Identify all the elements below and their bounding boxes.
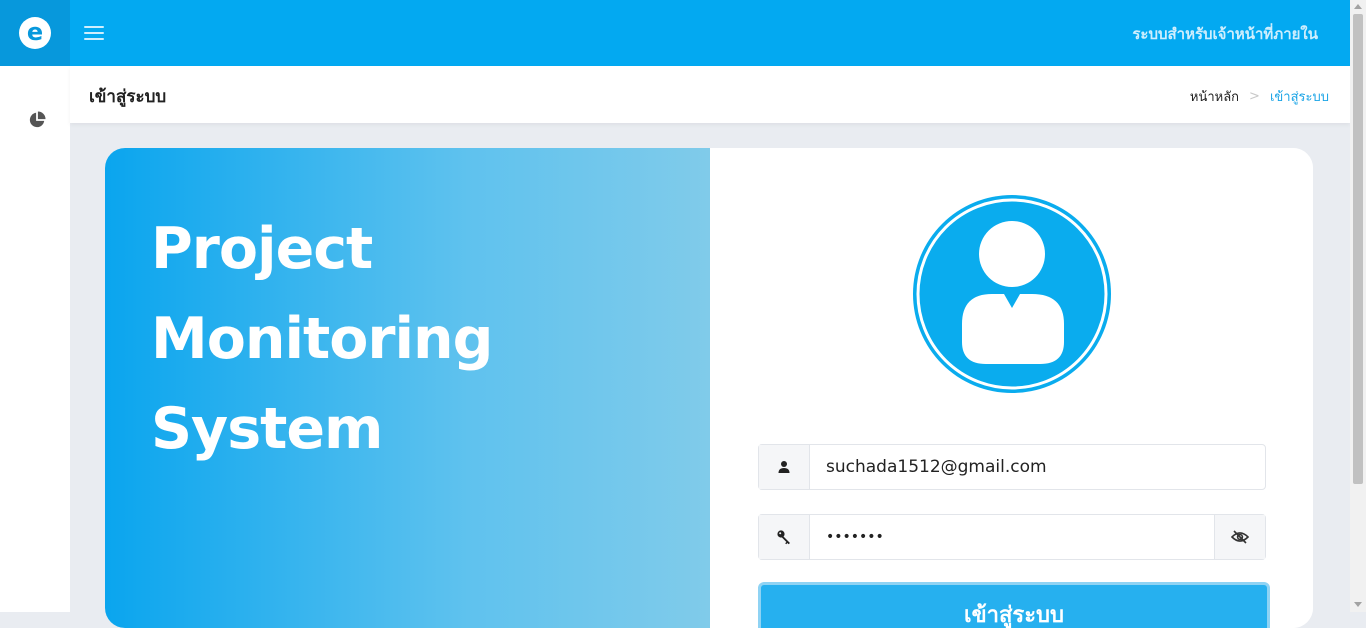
toggle-password-button[interactable]	[1214, 515, 1265, 559]
password-input[interactable]	[810, 515, 1214, 559]
sidebar	[0, 66, 70, 612]
password-input-group	[758, 514, 1266, 560]
hero-title-line: System	[151, 396, 383, 462]
scrollbar-thumb[interactable]	[1353, 14, 1363, 484]
hero-title: Project Monitoring System	[151, 204, 493, 474]
hamburger-icon-line	[84, 38, 104, 40]
menu-toggle-button[interactable]	[84, 22, 104, 42]
key-icon	[777, 530, 790, 545]
login-card: Project Monitoring System suchada1512@gm…	[105, 148, 1313, 628]
scrollbar[interactable]	[1350, 0, 1366, 612]
system-label: ระบบสำหรับเจ้าหน้าที่ภายใน	[1132, 25, 1318, 43]
page-header: เข้าสู่ระบบ หน้าหลัก > เข้าสู่ระบบ	[70, 66, 1350, 123]
logo-mark: e	[19, 17, 51, 49]
hero-title-line: Project	[151, 216, 373, 282]
breadcrumb-home-link[interactable]: หน้าหลัก	[1190, 86, 1239, 107]
login-form-panel: เข้าสู่ระบบ	[710, 148, 1313, 628]
page-title: เข้าสู่ระบบ	[89, 87, 167, 107]
user-avatar-icon	[913, 195, 1111, 393]
pie-chart-icon[interactable]	[28, 111, 46, 129]
hamburger-icon-line	[84, 26, 104, 28]
hamburger-icon-line	[84, 32, 104, 34]
hero-title-line: Monitoring	[151, 306, 493, 372]
eye-slash-icon	[1231, 530, 1249, 544]
hero-panel: Project Monitoring System	[105, 148, 710, 628]
username-input[interactable]	[810, 445, 1265, 489]
scroll-down-arrow[interactable]	[1354, 602, 1362, 607]
login-button[interactable]: เข้าสู่ระบบ	[758, 582, 1270, 628]
scroll-up-arrow[interactable]	[1354, 4, 1362, 9]
breadcrumb-separator: >	[1249, 89, 1260, 104]
password-addon	[759, 515, 810, 559]
username-addon	[759, 445, 810, 489]
top-navbar: e ระบบสำหรับเจ้าหน้าที่ภายใน	[0, 0, 1350, 66]
breadcrumb: หน้าหลัก > เข้าสู่ระบบ	[1190, 86, 1329, 107]
logo[interactable]: e	[0, 0, 70, 66]
user-icon	[778, 461, 790, 473]
breadcrumb-current: เข้าสู่ระบบ	[1269, 90, 1329, 105]
username-input-group	[758, 444, 1266, 490]
